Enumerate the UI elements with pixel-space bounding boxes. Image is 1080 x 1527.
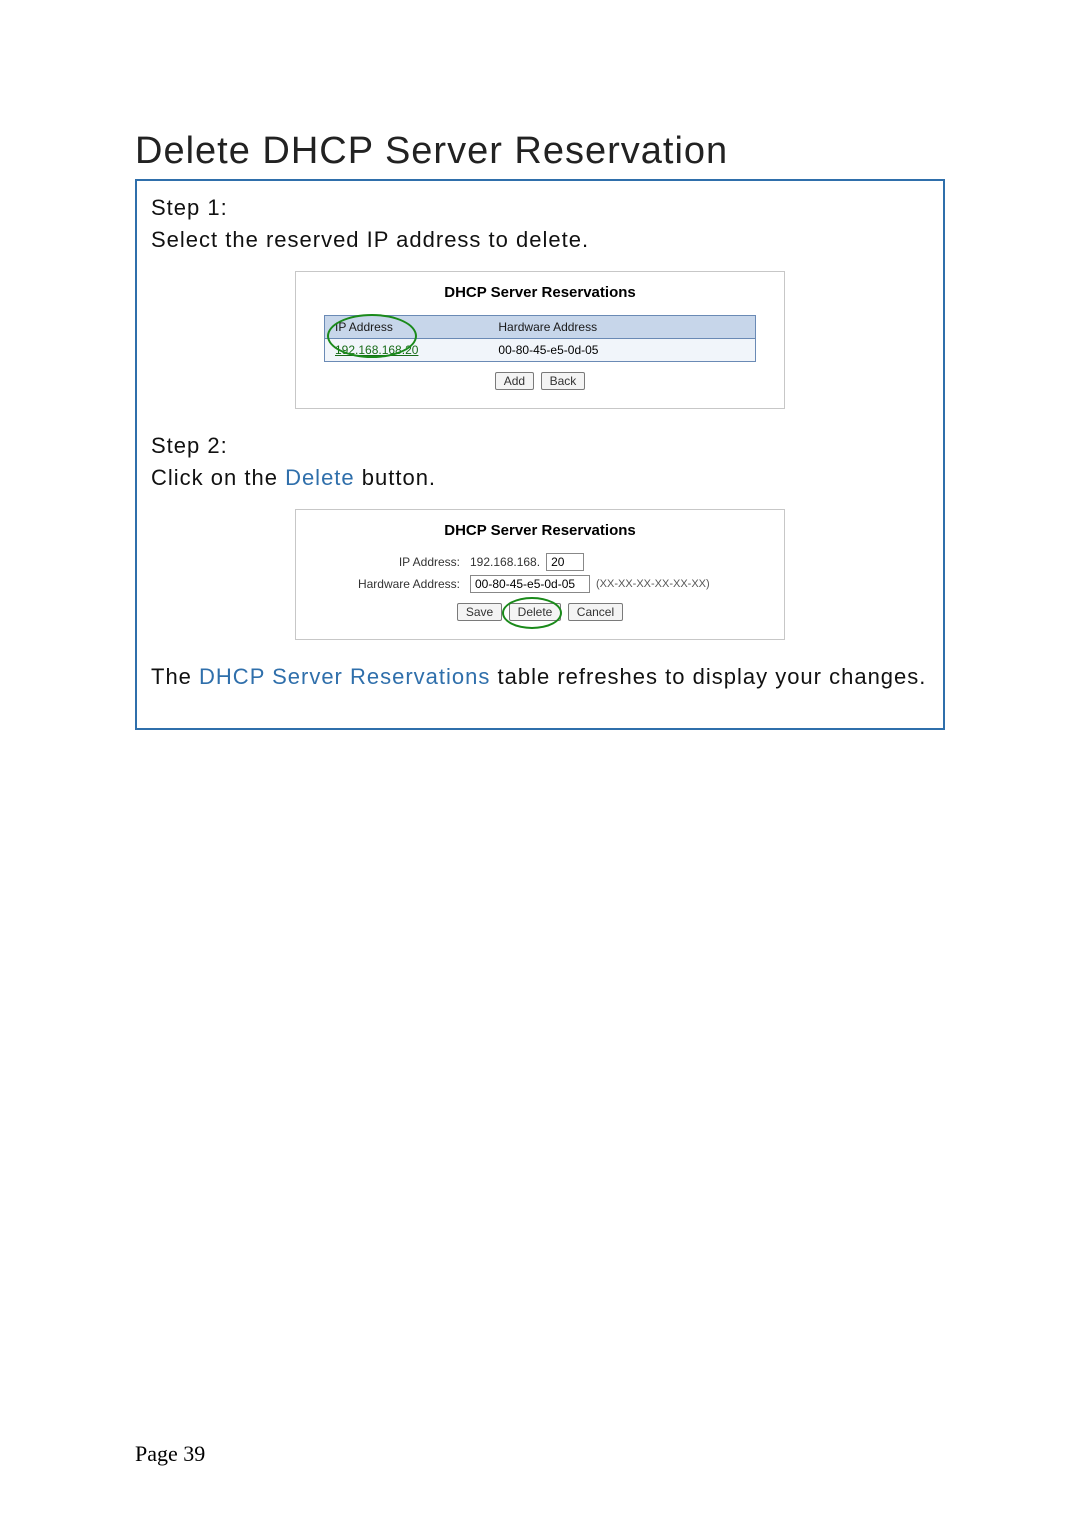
step2-text-a: Click on the	[151, 465, 285, 490]
result-text: The DHCP Server Reservations table refre…	[151, 664, 929, 690]
shot2-buttons: Save Delete Cancel	[306, 603, 774, 621]
circle-annotation-delete	[502, 597, 562, 629]
shot1-buttons: Add Back	[306, 372, 774, 390]
result-c: table refreshes to display your changes.	[490, 664, 926, 689]
cancel-button[interactable]: Cancel	[568, 603, 623, 621]
add-button[interactable]: Add	[495, 372, 534, 390]
step1-text: Select the reserved IP address to delete…	[151, 227, 929, 253]
row-hw: Hardware Address: 00-80-45-e5-0d-05 (XX-…	[325, 575, 755, 593]
save-button[interactable]: Save	[457, 603, 502, 621]
lbl-ip: IP Address:	[325, 555, 470, 569]
edit-form: IP Address: 192.168.168. 20 Hardware Add…	[325, 553, 755, 593]
reservation-hw: 00-80-45-e5-0d-05	[488, 339, 755, 362]
screenshot-reservations-list: DHCP Server Reservations IP Address Hard…	[295, 271, 785, 409]
shot2-title: DHCP Server Reservations	[306, 522, 774, 539]
page-title: Delete DHCP Server Reservation	[135, 130, 945, 173]
circle-annotation-ip	[327, 314, 417, 358]
step2-delete-word: Delete	[285, 465, 355, 490]
ip-last-octet-input[interactable]: 20	[546, 553, 584, 571]
shot1-title: DHCP Server Reservations	[306, 284, 774, 301]
lbl-hw: Hardware Address:	[325, 577, 470, 591]
reservations-table: IP Address Hardware Address 192.168.168.…	[324, 315, 756, 362]
ip-prefix: 192.168.168.	[470, 555, 540, 569]
result-a: The	[151, 664, 199, 689]
hw-hint: (XX-XX-XX-XX-XX-XX)	[596, 578, 710, 590]
step2-text-b: button.	[355, 465, 436, 490]
back-button[interactable]: Back	[541, 372, 586, 390]
step2-text: Click on the Delete button.	[151, 465, 929, 491]
table-header-row: IP Address Hardware Address	[325, 316, 755, 339]
col-ip-header: IP Address	[335, 320, 393, 334]
content-box: Step 1: Select the reserved IP address t…	[135, 179, 945, 730]
page-number: Page 39	[135, 1441, 205, 1467]
row-ip: IP Address: 192.168.168. 20	[325, 553, 755, 571]
result-b: DHCP Server Reservations	[199, 664, 490, 689]
col-hw-header: Hardware Address	[488, 316, 755, 339]
hw-input[interactable]: 00-80-45-e5-0d-05	[470, 575, 590, 593]
step2-label: Step 2:	[151, 433, 929, 459]
step1-label: Step 1:	[151, 195, 929, 221]
screenshot-reservation-edit: DHCP Server Reservations IP Address: 192…	[295, 509, 785, 640]
